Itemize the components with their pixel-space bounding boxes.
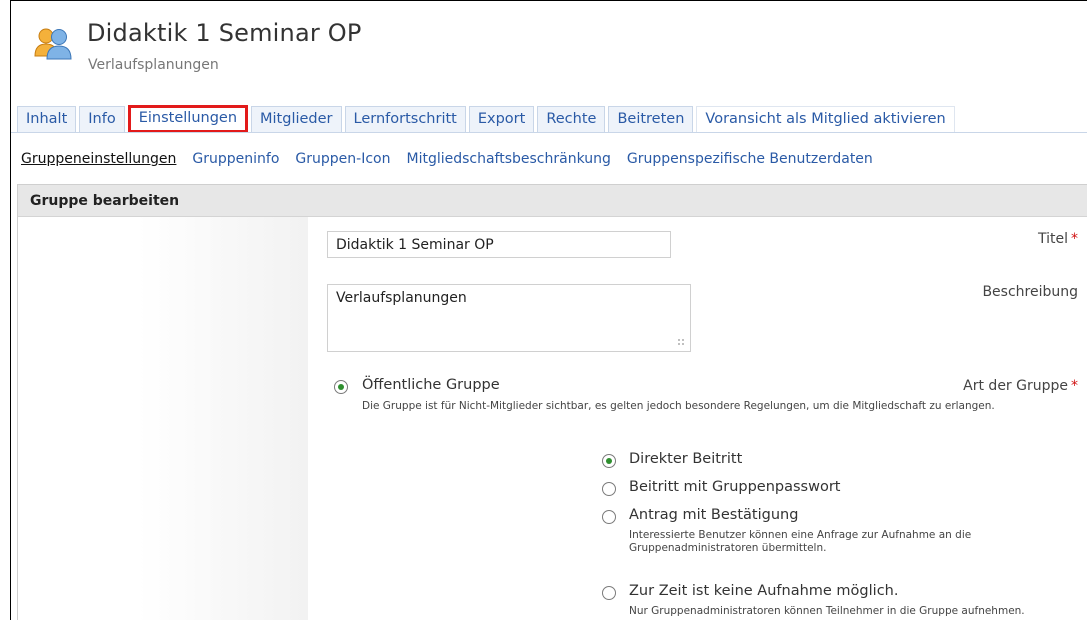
subtab-mitgliedschaftsbeschraenkung[interactable]: Mitgliedschaftsbeschränkung	[406, 151, 610, 167]
tab-lernfortschritt[interactable]: Lernfortschritt	[344, 106, 466, 132]
no-join-description: Nur Gruppenadministratoren können Teilne…	[629, 605, 1025, 617]
tab-einstellungen[interactable]: Einstellungen	[127, 105, 249, 133]
request-join-description: Interessierte Benutzer können eine Anfra…	[629, 529, 972, 554]
app-frame: Didaktik 1 Seminar OP Verlaufsplanungen …	[10, 0, 1087, 620]
edit-group-form: Gruppe bearbeiten Titel * Didaktik 1 Semi…	[17, 184, 1087, 620]
tab-inhalt[interactable]: Inhalt	[17, 106, 77, 132]
title-label: Titel *	[1037, 231, 1078, 247]
description-label: Beschreibung	[982, 284, 1078, 300]
tabs-divider	[11, 132, 1087, 133]
required-mark: *	[1071, 378, 1078, 394]
description-textarea[interactable]: Verlaufsplanungen	[327, 284, 691, 352]
request-join-radio[interactable]	[602, 510, 616, 524]
tab-export[interactable]: Export	[468, 106, 535, 132]
public-group-label: Öffentliche Gruppe	[362, 377, 500, 393]
subtab-gruppeneinstellungen[interactable]: Gruppeneinstellungen	[21, 151, 176, 167]
main-tabs: Inhalt Info Einstellungen Mitglieder Ler…	[17, 105, 958, 133]
subtab-gruppenspezifische-benutzerdaten[interactable]: Gruppenspezifische Benutzerdaten	[627, 151, 873, 167]
password-join-label: Beitritt mit Gruppenpasswort	[629, 479, 841, 495]
subtab-gruppen-icon[interactable]: Gruppen-Icon	[295, 151, 390, 167]
sub-tabs: Gruppeneinstellungen Gruppeninfo Gruppen…	[21, 151, 889, 167]
required-mark: *	[1071, 231, 1078, 247]
group-users-icon	[34, 28, 72, 60]
tab-rechte[interactable]: Rechte	[537, 106, 606, 132]
page-subtitle: Verlaufsplanungen	[88, 57, 219, 73]
tab-voransicht-mitglied[interactable]: Voransicht als Mitglied aktivieren	[696, 106, 955, 132]
direct-join-label: Direkter Beitritt	[629, 451, 743, 467]
no-join-label: Zur Zeit ist keine Aufnahme möglich.	[629, 583, 899, 599]
description-text: Verlaufsplanungen	[336, 290, 467, 306]
request-join-label: Antrag mit Bestätigung	[629, 507, 799, 523]
public-group-description: Die Gruppe ist für Nicht-Mitglieder sich…	[362, 400, 995, 412]
form-body: Titel * Didaktik 1 Seminar OP Beschreibun…	[18, 217, 1087, 620]
label-column	[18, 217, 308, 620]
group-type-label: Art der Gruppe *	[963, 378, 1078, 394]
public-group-radio[interactable]	[334, 380, 348, 394]
password-join-radio[interactable]	[602, 482, 616, 496]
subtab-gruppeninfo[interactable]: Gruppeninfo	[192, 151, 279, 167]
tab-beitreten[interactable]: Beitreten	[608, 106, 694, 132]
no-join-radio[interactable]	[602, 586, 616, 600]
resize-handle-icon[interactable]	[677, 338, 685, 346]
tab-mitglieder[interactable]: Mitglieder	[251, 106, 342, 132]
page-header: Didaktik 1 Seminar OP Verlaufsplanungen	[11, 1, 1087, 97]
tab-info[interactable]: Info	[79, 106, 125, 132]
form-heading: Gruppe bearbeiten	[18, 185, 1087, 217]
page-title: Didaktik 1 Seminar OP	[87, 19, 362, 47]
direct-join-radio[interactable]	[602, 454, 616, 468]
title-input[interactable]: Didaktik 1 Seminar OP	[327, 231, 671, 258]
